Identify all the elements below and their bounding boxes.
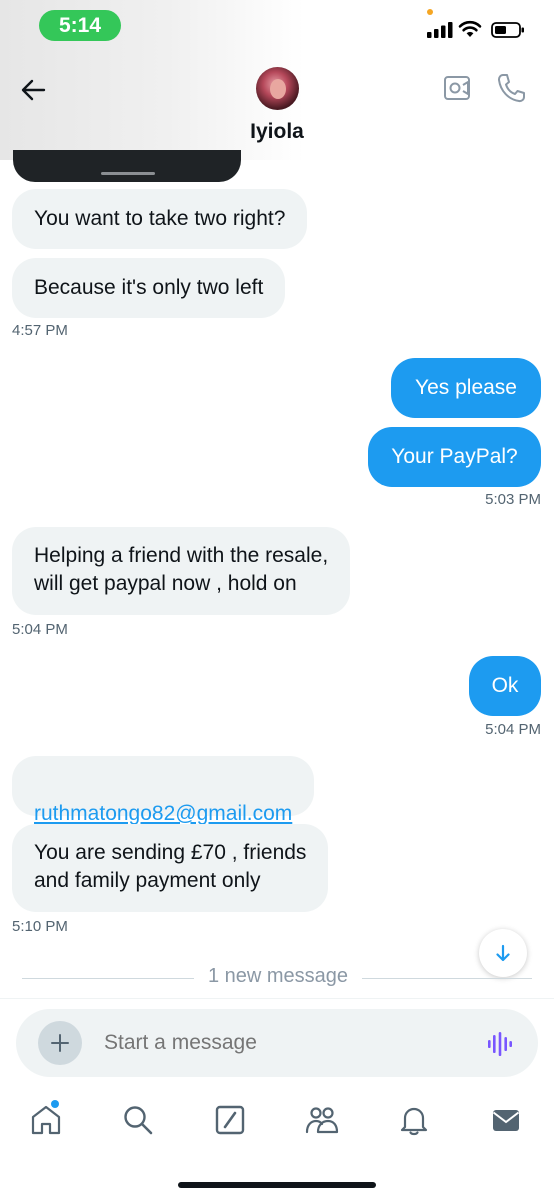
scroll-to-bottom-button[interactable] [479,929,527,977]
shared-post-card[interactable] [13,150,241,182]
email-link[interactable]: ruthmatongo82@gmail.com [34,802,292,825]
cellular-signal-icon [427,22,453,38]
message-timestamp: 5:04 PM [485,721,541,738]
contact-avatar[interactable] [256,67,299,110]
plus-icon [51,1034,69,1052]
message-bubble-incoming[interactable]: Helping a friend with the resale, will g… [12,527,351,615]
message-bubble-incoming[interactable]: You want to take two right? [12,189,308,249]
tab-communities[interactable] [304,1103,344,1143]
message-bubble-outgoing[interactable]: Ok [469,656,541,716]
divider-line [362,978,532,979]
battery-icon [491,22,524,38]
message-bubble-outgoing[interactable]: Your PayPal? [368,427,541,487]
tab-search[interactable] [121,1103,161,1143]
grok-icon [215,1105,245,1135]
add-media-button[interactable] [38,1021,82,1065]
wifi-icon [458,20,482,37]
message-timestamp: 5:03 PM [485,491,541,508]
divider-line [22,978,194,979]
search-icon [124,1106,153,1135]
message-bubble-outgoing[interactable]: Yes please [391,358,541,418]
home-icon [31,1105,61,1135]
message-input[interactable] [104,1031,444,1055]
message-timestamp: 4:57 PM [12,322,68,339]
composer-divider [0,998,554,999]
voice-message-icon[interactable] [486,1030,514,1058]
back-arrow-icon[interactable] [18,74,50,106]
card-handle [101,172,155,175]
new-message-divider: 1 new message [207,965,349,987]
arrow-down-icon [496,944,510,962]
status-time: 5:14 [39,10,121,41]
home-notification-dot [51,1100,59,1108]
tab-notifications[interactable] [397,1103,437,1143]
tab-home[interactable] [29,1100,69,1143]
status-bar: 5:14 [0,0,554,52]
communities-icon [305,1107,339,1134]
notifications-icon [400,1107,428,1136]
message-bubble-incoming[interactable]: Because it's only two left [12,258,286,318]
home-indicator [178,1182,376,1188]
messages-icon [492,1110,520,1131]
video-call-icon[interactable] [443,74,473,102]
message-bubble-incoming[interactable]: You are sending £70 , friends and family… [12,824,329,912]
tab-grok[interactable] [213,1103,253,1143]
tab-messages[interactable] [489,1103,529,1143]
contact-name[interactable]: Iyiola [200,120,354,144]
message-composer[interactable] [16,1009,538,1077]
privacy-indicator-dot [427,9,433,15]
message-bubble-incoming[interactable]: ruthmatongo82@gmail.com [12,756,315,825]
message-timestamp: 5:04 PM [12,621,68,638]
avatar-face [270,79,286,99]
message-timestamp: 5:10 PM [12,918,68,935]
phone-call-icon[interactable] [496,72,526,104]
